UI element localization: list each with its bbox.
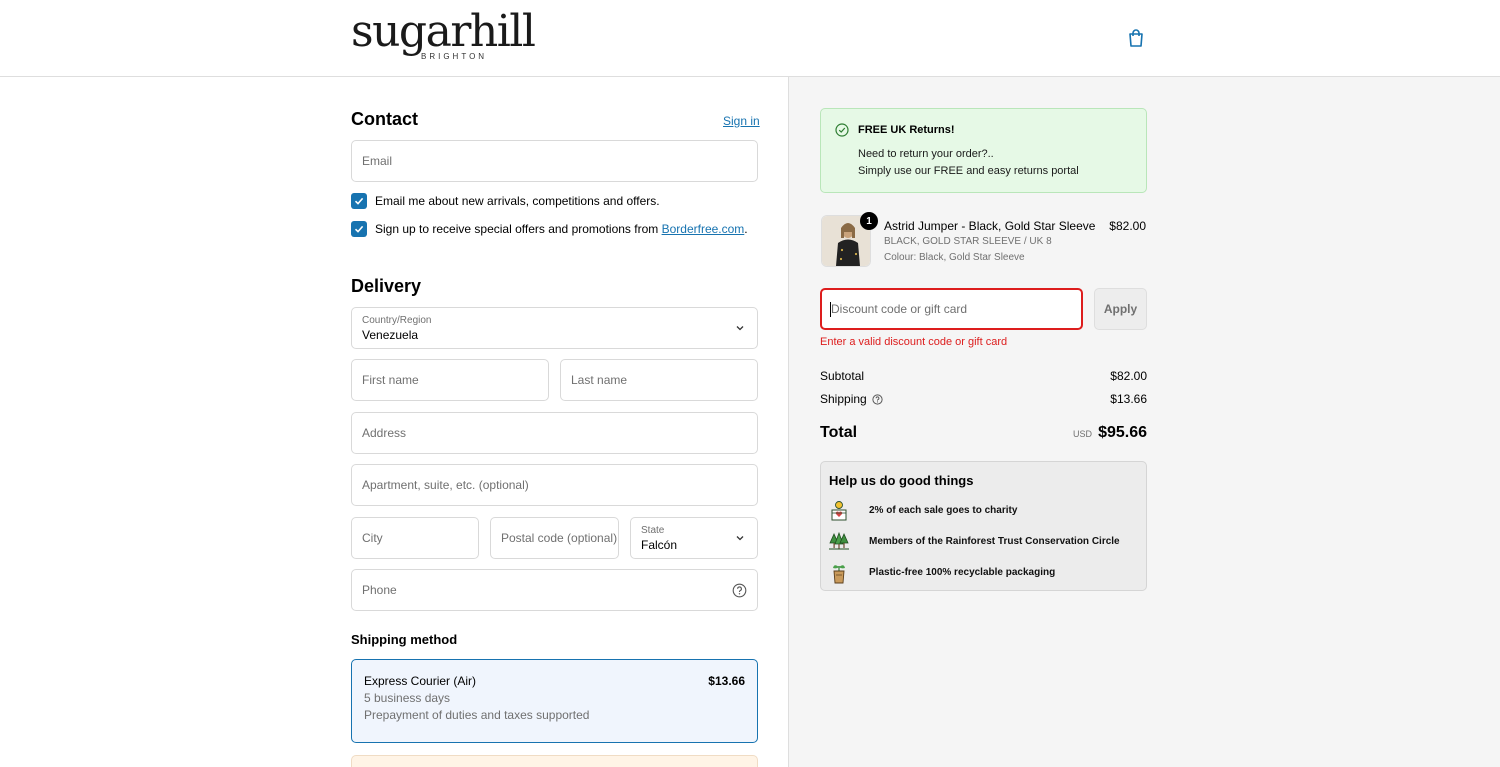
shipping-option-price: $13.66 (708, 674, 745, 688)
check-icon (354, 197, 364, 205)
marketing-checkbox[interactable] (351, 193, 367, 209)
shipping-option-days: 5 business days (364, 691, 451, 705)
shipping-option-name: Express Courier (Air) (364, 674, 477, 688)
discount-code-input[interactable]: Discount code or gift card (820, 288, 1083, 330)
shipping-row: Shipping $13.66 (820, 392, 1147, 406)
product-variant: BLACK, GOLD STAR SLEEVE / UK 8 (884, 236, 1052, 247)
brand-name: sugarhill (351, 6, 536, 57)
state-label: State (641, 525, 665, 536)
product-price: $82.00 (1109, 219, 1146, 233)
trees-icon (829, 531, 849, 550)
recycle-plant-icon (833, 565, 845, 584)
marketing-checkbox-label: Email me about new arrivals, competition… (375, 194, 660, 208)
apartment-placeholder: Apartment, suite, etc. (optional) (362, 478, 529, 492)
discount-error-message: Enter a valid discount code or gift card (820, 336, 1008, 348)
site-header: sugarhill BRIGHTON (0, 0, 1500, 77)
city-field[interactable]: City (351, 517, 479, 559)
phone-field[interactable]: Phone (351, 569, 758, 611)
marketing-checkbox-row[interactable]: Email me about new arrivals, competition… (351, 193, 660, 209)
phone-placeholder: Phone (362, 583, 397, 597)
promo-line-2: Simply use our FREE and easy returns por… (858, 165, 1079, 177)
shipping-value: $13.66 (1110, 392, 1147, 406)
promo-line-1: Need to return your order?.. (858, 148, 994, 160)
total-label: Total (820, 424, 858, 441)
city-placeholder: City (362, 531, 383, 545)
check-circle-icon (835, 123, 849, 137)
shipping-label: Shipping (820, 392, 867, 406)
borderfree-checkbox[interactable] (351, 221, 367, 237)
next-section-banner (351, 755, 758, 767)
charity-icon (831, 501, 847, 521)
country-value: Venezuela (362, 328, 419, 342)
brand-subtitle: BRIGHTON (421, 52, 488, 61)
good-cause-rainforest: Members of the Rainforest Trust Conserva… (869, 536, 1120, 547)
check-icon (354, 225, 364, 233)
good-causes-box: Help us do good things 2% of each sale g… (820, 461, 1147, 591)
product-name: Astrid Jumper - Black, Gold Star Sleeve (884, 219, 1096, 233)
good-cause-charity: 2% of each sale goes to charity (869, 505, 1018, 516)
apply-discount-button[interactable]: Apply (1094, 288, 1147, 330)
discount-placeholder: Discount code or gift card (831, 302, 968, 316)
last-name-placeholder: Last name (571, 373, 628, 387)
last-name-field[interactable]: Last name (560, 359, 758, 401)
email-placeholder: Email (362, 154, 393, 168)
delivery-heading: Delivery (351, 276, 422, 296)
apartment-field[interactable]: Apartment, suite, etc. (optional) (351, 464, 758, 506)
help-circle-icon[interactable] (732, 583, 747, 598)
shipping-method-heading: Shipping method (351, 632, 458, 647)
chevron-down-icon (736, 326, 744, 331)
first-name-field[interactable]: First name (351, 359, 549, 401)
borderfree-label-prefix: Sign up to receive special offers and pr… (375, 222, 662, 236)
state-value: Falcón (641, 538, 678, 552)
state-select[interactable]: State Falcón (630, 517, 758, 559)
returns-promo-banner: FREE UK Returns! Need to return your ord… (820, 108, 1147, 193)
shopping-bag-icon (1129, 29, 1143, 47)
borderfree-checkbox-row[interactable]: Sign up to receive special offers and pr… (351, 221, 748, 237)
email-field[interactable]: Email (351, 140, 758, 182)
total-currency: USD (1073, 429, 1093, 439)
help-circle-icon[interactable] (872, 393, 883, 405)
total-row: Total USD $95.66 (820, 424, 1147, 442)
good-cause-packaging: Plastic-free 100% recyclable packaging (869, 567, 1056, 578)
subtotal-value: $82.00 (1110, 369, 1147, 383)
address-field[interactable]: Address (351, 412, 758, 454)
country-label: Country/Region (362, 315, 432, 326)
total-value: $95.66 (1098, 424, 1147, 441)
shipping-option-note: Prepayment of duties and taxes supported (364, 708, 590, 722)
promo-title: FREE UK Returns! (858, 124, 955, 136)
shipping-label-group: Shipping (820, 392, 883, 406)
good-causes-title: Help us do good things (829, 473, 974, 488)
address-placeholder: Address (362, 426, 407, 440)
sign-in-link[interactable]: Sign in (723, 114, 760, 128)
country-select[interactable]: Country/Region Venezuela (351, 307, 758, 349)
contact-heading: Contact (351, 109, 418, 129)
cart-button[interactable] (1125, 27, 1147, 49)
brand-logo[interactable]: sugarhill BRIGHTON (351, 6, 536, 64)
borderfree-checkbox-label: Sign up to receive special offers and pr… (375, 222, 748, 236)
subtotal-row: Subtotal $82.00 (820, 369, 1147, 383)
first-name-placeholder: First name (362, 373, 419, 387)
shipping-option-express[interactable]: Express Courier (Air) $13.66 5 business … (351, 659, 758, 743)
quantity-badge: 1 (860, 212, 878, 230)
subtotal-label: Subtotal (820, 369, 865, 383)
borderfree-label-suffix: . (744, 222, 748, 236)
borderfree-link[interactable]: Borderfree.com (662, 222, 745, 236)
total-value-group: USD $95.66 (1073, 424, 1147, 442)
chevron-down-icon (736, 536, 744, 541)
postal-code-placeholder: Postal code (optional) (501, 531, 618, 545)
product-colour: Colour: Black, Gold Star Sleeve (884, 252, 1025, 263)
postal-code-field[interactable]: Postal code (optional) (490, 517, 619, 559)
